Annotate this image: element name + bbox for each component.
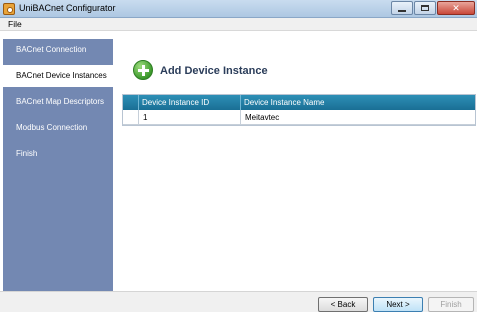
menu-file[interactable]: File: [8, 19, 22, 29]
sidebar-item-finish[interactable]: Finish: [3, 143, 113, 165]
app-icon: [3, 3, 15, 15]
close-button[interactable]: ✕: [437, 1, 475, 15]
sidebar-item-bacnet-map-descriptors[interactable]: BACnet Map Descriptors: [3, 91, 113, 113]
page-title: Add Device Instance: [160, 65, 268, 77]
maximize-icon: [421, 5, 429, 11]
cell-device-instance-id[interactable]: 1: [139, 110, 241, 124]
next-button[interactable]: Next >: [373, 297, 423, 312]
column-header-device-instance-id[interactable]: Device Instance ID: [139, 95, 241, 110]
sidebar-item-bacnet-connection[interactable]: BACnet Connection: [3, 39, 113, 61]
main-content: Add Device Instance Device Instance ID D…: [113, 39, 477, 291]
header-corner: [123, 95, 139, 110]
sidebar: BACnet Connection BACnet Device Instance…: [3, 39, 113, 291]
minimize-icon: [398, 9, 406, 12]
column-header-device-instance-name[interactable]: Device Instance Name: [241, 95, 475, 110]
sidebar-item-modbus-connection[interactable]: Modbus Connection: [3, 117, 113, 139]
title-bar[interactable]: UniBACnet Configurator ✕: [0, 0, 477, 18]
window-controls: ✕: [390, 1, 475, 15]
row-selector[interactable]: [123, 110, 139, 124]
table-row[interactable]: 1 Meitavtec: [123, 110, 475, 125]
wizard-footer: < Back Next > Finish: [0, 291, 477, 312]
table-header: Device Instance ID Device Instance Name: [123, 95, 475, 110]
add-icon[interactable]: [133, 60, 153, 80]
maximize-button[interactable]: [414, 1, 436, 15]
menu-bar: File: [0, 18, 477, 31]
close-icon: ✕: [452, 2, 460, 13]
app-window: UniBACnet Configurator ✕ File BACnet Con…: [0, 0, 477, 312]
minimize-button[interactable]: [391, 1, 413, 15]
sidebar-item-bacnet-device-instances[interactable]: BACnet Device Instances: [3, 65, 113, 87]
device-instance-table: Device Instance ID Device Instance Name …: [122, 94, 476, 126]
cell-device-instance-name[interactable]: Meitavtec: [241, 110, 475, 124]
window-title: UniBACnet Configurator: [19, 3, 116, 13]
finish-button[interactable]: Finish: [428, 297, 474, 312]
back-button[interactable]: < Back: [318, 297, 368, 312]
